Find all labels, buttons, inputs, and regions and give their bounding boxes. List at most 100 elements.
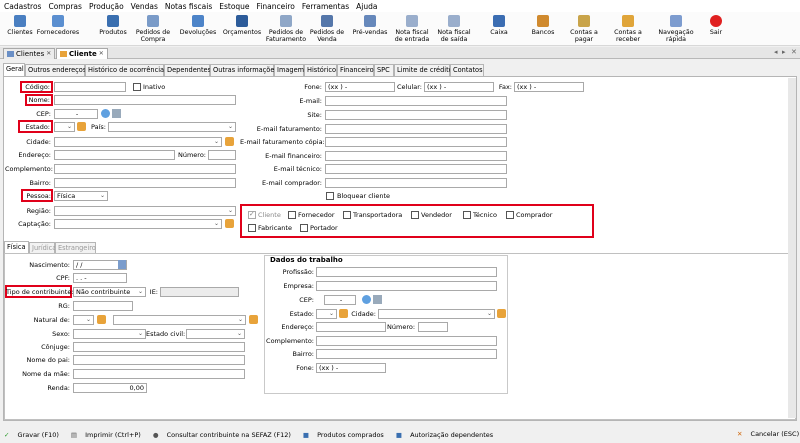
tab-outros-enderecos[interactable]: Outros endereços: [25, 64, 86, 76]
tab-clientes[interactable]: Clientes ✕: [3, 48, 56, 59]
trabalho-cep-input[interactable]: -: [324, 295, 356, 305]
fornecedores-button[interactable]: Fornecedores: [36, 15, 80, 36]
tab-scroll-right-icon[interactable]: ▸: [782, 48, 786, 56]
tab-historico-ocorrencias[interactable]: Histórico de ocorrências: [85, 64, 168, 76]
portador-checkbox[interactable]: [300, 224, 308, 232]
rg-input[interactable]: [73, 301, 133, 311]
nf-entrada-button[interactable]: Nota fiscal de entrada: [392, 15, 432, 43]
comprador-checkbox[interactable]: [506, 211, 514, 219]
email-faturamento-copia-input[interactable]: [325, 137, 507, 147]
sair-button[interactable]: Sair: [704, 15, 728, 36]
pais-select[interactable]: ⌄: [108, 122, 236, 132]
transportadora-checkbox[interactable]: [343, 211, 351, 219]
trabalho-estado-select[interactable]: ⌄: [316, 309, 337, 319]
tab-outras-informacoes[interactable]: Outras informações: [210, 64, 278, 76]
celular-input[interactable]: (xx ) -: [424, 82, 494, 92]
gravar-button[interactable]: ✓ Gravar (F10): [4, 431, 65, 439]
cidade-select[interactable]: ⌄: [54, 137, 222, 147]
menu-producao[interactable]: Produção: [89, 2, 124, 11]
trabalho-complemento-input[interactable]: [316, 336, 497, 346]
tab-limite-credito[interactable]: Limite de crédito: [394, 64, 453, 76]
email-faturamento-input[interactable]: [325, 124, 507, 134]
tab-imagem[interactable]: Imagem: [274, 64, 304, 76]
endereco-input[interactable]: [54, 150, 175, 160]
regiao-select[interactable]: ⌄: [54, 206, 236, 216]
tab-cliente[interactable]: Cliente ✕: [56, 48, 108, 59]
menu-vendas[interactable]: Vendas: [131, 2, 158, 11]
trabalho-numero-input[interactable]: [418, 322, 448, 332]
pedidos-compra-button[interactable]: Pedidos de Compra: [135, 15, 171, 43]
imprimir-button[interactable]: ▤ Imprimir (Ctrl+P): [71, 431, 147, 439]
tab-scroll-left-icon[interactable]: ◂: [774, 48, 778, 56]
folder-icon[interactable]: [77, 122, 86, 131]
cliente-checkbox[interactable]: ✓: [248, 210, 256, 219]
codigo-input[interactable]: [54, 82, 126, 92]
consultar-sefaz-button[interactable]: ● Consultar contribuinte na SEFAZ (F12): [153, 431, 297, 439]
tab-historico[interactable]: Histórico: [304, 64, 337, 76]
close-icon[interactable]: ✕: [99, 49, 104, 59]
tab-spc[interactable]: SPC: [374, 64, 394, 76]
estado-civil-select[interactable]: ⌄: [186, 329, 245, 339]
tab-dependentes[interactable]: Dependentes: [164, 64, 211, 76]
tab-financeiro[interactable]: Financeiro: [337, 64, 374, 76]
search-cep-icon[interactable]: [362, 295, 371, 304]
pedidos-venda-button[interactable]: Pedidos de Venda: [309, 15, 345, 43]
folder-icon[interactable]: [225, 219, 234, 228]
fone-input[interactable]: (xx ) -: [325, 82, 395, 92]
tab-geral[interactable]: Geral: [3, 63, 25, 76]
map-icon[interactable]: [112, 109, 121, 118]
email-comprador-input[interactable]: [325, 178, 507, 188]
orcamentos-button[interactable]: Orçamentos: [220, 15, 264, 36]
nf-saida-button[interactable]: Nota fiscal de saída: [434, 15, 474, 43]
tab-contatos[interactable]: Contatos: [450, 64, 484, 76]
trabalho-bairro-input[interactable]: [316, 349, 497, 359]
conjuge-input[interactable]: [73, 342, 245, 352]
cep-input[interactable]: -: [54, 109, 98, 119]
menu-ferramentas[interactable]: Ferramentas: [302, 2, 349, 11]
fax-input[interactable]: (xx ) -: [514, 82, 584, 92]
empresa-input[interactable]: [316, 281, 497, 291]
pessoa-select[interactable]: Física ⌄: [54, 191, 108, 201]
vendedor-checkbox[interactable]: [411, 211, 419, 219]
caixa-button[interactable]: Caixa: [484, 15, 514, 36]
clientes-button[interactable]: Clientes: [5, 15, 35, 36]
numero-input[interactable]: [208, 150, 236, 160]
pedidos-faturamento-button[interactable]: Pedidos de Faturamento: [264, 15, 308, 43]
menu-notas-fiscais[interactable]: Notas fiscais: [165, 2, 212, 11]
trabalho-cidade-select[interactable]: ⌄: [378, 309, 495, 319]
folder-icon[interactable]: [339, 309, 348, 318]
renda-input[interactable]: 0,00: [73, 383, 147, 393]
fabricante-checkbox[interactable]: [248, 224, 256, 232]
devolucoes-button[interactable]: Devoluções: [178, 15, 218, 36]
contas-pagar-button[interactable]: Contas a pagar: [566, 15, 602, 43]
close-icon[interactable]: ✕: [46, 49, 51, 59]
estado-select[interactable]: ⌄: [54, 122, 75, 132]
captacao-select[interactable]: ⌄: [54, 219, 222, 229]
trabalho-endereco-input[interactable]: [316, 322, 386, 332]
email-financeiro-input[interactable]: [325, 151, 507, 161]
autorizacao-dependentes-button[interactable]: ■ Autorização dependentes: [396, 431, 499, 439]
calendar-icon[interactable]: [118, 260, 126, 269]
menu-cadastros[interactable]: Cadastros: [4, 2, 41, 11]
search-cep-icon[interactable]: [101, 109, 110, 118]
sexo-select[interactable]: ⌄: [73, 329, 146, 339]
nome-input[interactable]: [54, 95, 236, 105]
trabalho-fone-input[interactable]: (xx ) -: [316, 363, 386, 373]
vertical-scrollbar[interactable]: [788, 78, 796, 418]
bancos-button[interactable]: Bancos: [526, 15, 560, 36]
produtos-comprados-button[interactable]: ■ Produtos comprados: [303, 431, 390, 439]
nome-pai-input[interactable]: [73, 355, 245, 365]
menu-financeiro[interactable]: Financeiro: [257, 2, 295, 11]
bloquear-cliente-checkbox[interactable]: [326, 192, 334, 200]
folder-icon[interactable]: [497, 309, 506, 318]
inativo-checkbox[interactable]: [133, 83, 141, 91]
natural-cidade-select[interactable]: ⌄: [113, 315, 246, 325]
cpf-input[interactable]: . . -: [73, 273, 127, 283]
pre-vendas-button[interactable]: Pré-vendas: [350, 15, 390, 36]
tipo-contribuinte-select[interactable]: Não contribuinte ⌄: [73, 287, 146, 297]
menu-ajuda[interactable]: Ajuda: [356, 2, 377, 11]
email-input[interactable]: [325, 96, 507, 106]
natural-estado-select[interactable]: ⌄: [73, 315, 94, 325]
menu-compras[interactable]: Compras: [48, 2, 81, 11]
menu-estoque[interactable]: Estoque: [219, 2, 249, 11]
